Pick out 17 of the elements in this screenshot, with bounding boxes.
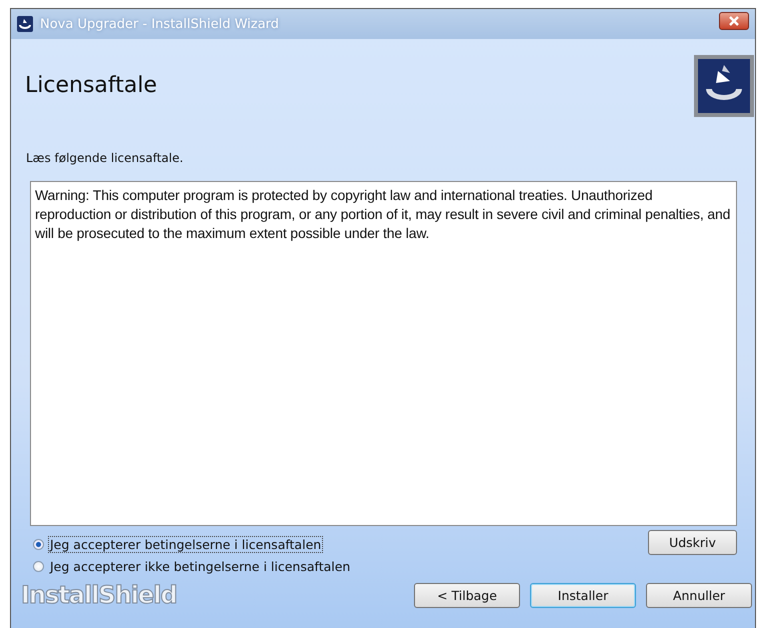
instruction-text: Læs følgende licensaftale.	[26, 151, 184, 165]
radio-button[interactable]	[33, 539, 44, 550]
license-text-area[interactable]: Warning: This computer program is protected by copyright law and international treaties. Unauthorized reproduction or distribution of this program, or any portion of it, may result in severe civil and criminal penalties, and will be prosecuted to the maximum extent possible under the law.	[30, 181, 737, 526]
brand-logo: InstallShield	[21, 581, 177, 609]
wizard-button[interactable]: Annuller	[646, 582, 752, 608]
wizard-button[interactable]: < Tilbage	[414, 582, 520, 608]
page-title: Licensaftale	[25, 73, 157, 98]
wizard-button[interactable]: Installer	[530, 582, 636, 608]
app-icon	[17, 16, 33, 32]
radio-label[interactable]: Jeg accepterer ikke betingelserne i licensaftalen	[48, 558, 352, 575]
setup-logo-icon	[694, 55, 754, 117]
window-title: Nova Upgrader - InstallShield Wizard	[40, 16, 280, 32]
radio-label[interactable]: Jeg accepterer betingelserne i licensaftalen	[48, 536, 324, 553]
radio-button[interactable]	[33, 561, 44, 572]
close-icon	[729, 16, 739, 26]
print-button[interactable]: Udskriv	[648, 530, 737, 555]
close-button[interactable]	[719, 12, 749, 30]
